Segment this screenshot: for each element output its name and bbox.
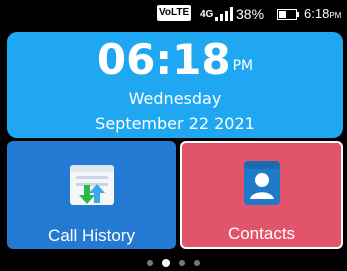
battery-percent: 38%	[236, 6, 265, 22]
call-history-label: Call History	[48, 226, 135, 245]
clock-ampm: PM	[232, 58, 254, 74]
signal-icon	[215, 7, 233, 21]
contacts-icon	[243, 161, 280, 205]
volte-badge: VoLTE	[157, 5, 192, 21]
network-type: 4G	[200, 9, 214, 20]
battery-icon	[277, 9, 299, 20]
call-history-tile[interactable]: Call History	[7, 141, 176, 249]
clock-time: 06:18 PM	[7, 36, 343, 84]
call-history-icon	[69, 165, 114, 205]
clock-time-value: 06:18	[96, 35, 231, 84]
contacts-label: Contacts	[227, 224, 296, 243]
status-time-suffix: PM	[329, 11, 342, 20]
status-time: 6:18PM	[304, 6, 341, 21]
clock-widget[interactable]: 06:18 PM Wednesday September 22 2021	[7, 32, 343, 138]
clock-day: Wednesday	[128, 89, 222, 108]
clock-date: September 22 2021	[95, 114, 255, 133]
page-indicator	[0, 252, 347, 267]
status-time-value: 6:18	[304, 6, 330, 21]
contacts-tile[interactable]: Contacts	[180, 141, 343, 249]
status-bar: VoLTE 4G 38% 6:18PM	[0, 0, 347, 30]
